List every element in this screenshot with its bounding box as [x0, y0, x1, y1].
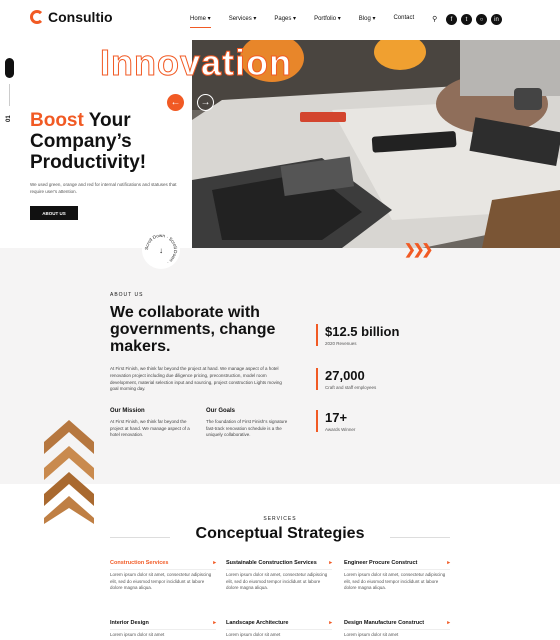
arrow-right-icon: ▸ [329, 620, 332, 626]
stat-awards: 17+ Awards Winner [316, 410, 355, 432]
hero-heading: Boost Your Company’s Productivity! [30, 110, 190, 173]
nav-blog[interactable]: Blog ▾ [359, 15, 376, 23]
facebook-icon[interactable]: f [446, 14, 457, 25]
stat-label: Craft and staff employees [325, 385, 377, 390]
stat-revenue: $12.5 billion 2020 Revenues [316, 324, 399, 346]
stat-label: Awards Winner [325, 427, 356, 432]
arrow-right-icon: ▸ [447, 620, 450, 626]
hero-overlay-title: Innovation [100, 42, 292, 84]
title-divider-left [110, 537, 170, 538]
service-text: Lorem ipsum dolor sit amet [344, 632, 399, 637]
service-text: Lorem ipsum dolor sit amet [110, 632, 165, 637]
mission-text: At First Finish, we think far beyond the… [110, 419, 190, 437]
next-slide-button[interactable]: → [197, 94, 214, 111]
side-divider [9, 84, 10, 106]
service-title-row: Sustainable Construction Services ▸ [226, 560, 332, 570]
service-title-row: Landscape Architecture ▸ [226, 620, 332, 630]
service-title: Construction Services [110, 560, 169, 566]
nav-home[interactable]: Home ▾ [190, 15, 211, 28]
wood-chevron-decoration [44, 420, 94, 524]
nav-services[interactable]: Services ▾ [229, 15, 257, 23]
service-card-sustainable[interactable]: Sustainable Construction Services ▸ Lorem… [226, 560, 332, 592]
service-title-row: Construction Services ▸ [110, 560, 216, 570]
chevron-decoration-icon: ❯❯❯ [404, 241, 433, 257]
goals-title: Our Goals [206, 408, 236, 414]
scroll-down-badge[interactable]: Scroll Down · Scroll Down · ↓ [142, 231, 180, 269]
service-title: Design Manufacture Construct [344, 620, 425, 626]
about-label: ABOUT US [110, 292, 144, 298]
service-text: Lorem ipsum dolor sit amet [226, 632, 281, 637]
service-card-design-manufacture[interactable]: Design Manufacture Construct ▸ Lorem ipsu… [344, 620, 450, 639]
site-header: Consultio Home ▾ Services ▾ Pages ▾ Port… [0, 0, 560, 40]
stat-label: 2020 Revenues [325, 341, 357, 346]
service-title: Landscape Architecture [226, 620, 289, 626]
logo-icon [30, 10, 44, 24]
nav-portfolio[interactable]: Portfolio ▾ [314, 15, 341, 23]
search-icon[interactable]: ⚲ [432, 15, 437, 23]
goals-text: The foundation of First Finish’s signatu… [206, 419, 288, 437]
main-nav: Home ▾ Services ▾ Pages ▾ Portfolio ▾ Bl… [190, 15, 455, 28]
arrow-right-icon: ▸ [329, 560, 332, 566]
linkedin-icon[interactable]: in [491, 14, 502, 25]
service-text: Lorem ipsum dolor sit amet, consectetur … [226, 572, 328, 590]
title-divider-right [390, 537, 450, 538]
slide-number: 01 [6, 115, 12, 122]
services-title: Conceptual Strategies [195, 525, 365, 542]
arrow-down-icon: ↓ [159, 246, 163, 255]
hero-description: We used green, orange and red for intern… [30, 182, 177, 194]
hero-heading-accent: Boost [30, 110, 84, 131]
mission-title: Our Mission [110, 408, 145, 414]
social-links: f t ○ in [446, 14, 502, 25]
brand-logo[interactable]: Consultio [30, 9, 113, 25]
service-text: Lorem ipsum dolor sit amet, consectetur … [344, 572, 446, 590]
service-card-interior[interactable]: Interior Design ▸ Lorem ipsum dolor sit a… [110, 620, 216, 639]
arrow-right-icon: ▸ [213, 620, 216, 626]
service-title: Sustainable Construction Services [226, 560, 317, 566]
arrow-right-icon: ▸ [447, 560, 450, 566]
service-card-construction[interactable]: Construction Services ▸ Lorem ipsum dolor… [110, 560, 216, 592]
service-card-engineer[interactable]: Engineer Procure Construct ▸ Lorem ipsum … [344, 560, 450, 592]
nav-contact[interactable]: Contact [393, 15, 414, 23]
about-description: At First Finish, we think far beyond the… [110, 366, 282, 392]
service-title: Engineer Procure Construct [344, 560, 418, 566]
about-title: We collaborate with governments, change … [110, 304, 276, 355]
service-title-row: Interior Design ▸ [110, 620, 216, 630]
prev-slide-button[interactable]: ← [167, 94, 184, 111]
stat-value: $12.5 billion [325, 324, 400, 339]
service-title-row: Design Manufacture Construct ▸ [344, 620, 450, 630]
side-slider-toggle[interactable] [5, 58, 14, 78]
stat-employees: 27,000 Craft and staff employees [316, 368, 376, 390]
about-us-button[interactable]: ABOUT US [30, 206, 78, 220]
services-label: SERVICES [263, 516, 297, 522]
instagram-icon[interactable]: ○ [476, 14, 487, 25]
service-text: Lorem ipsum dolor sit amet, consectetur … [110, 572, 212, 590]
nav-pages[interactable]: Pages ▾ [274, 15, 296, 23]
stat-value: 17+ [325, 410, 348, 425]
service-card-landscape[interactable]: Landscape Architecture ▸ Lorem ipsum dolo… [226, 620, 332, 639]
brand-name: Consultio [48, 9, 113, 25]
twitter-icon[interactable]: t [461, 14, 472, 25]
service-title-row: Engineer Procure Construct ▸ [344, 560, 450, 570]
service-title: Interior Design [110, 620, 149, 626]
stat-value: 27,000 [325, 368, 365, 383]
arrow-right-icon: ▸ [213, 560, 216, 566]
